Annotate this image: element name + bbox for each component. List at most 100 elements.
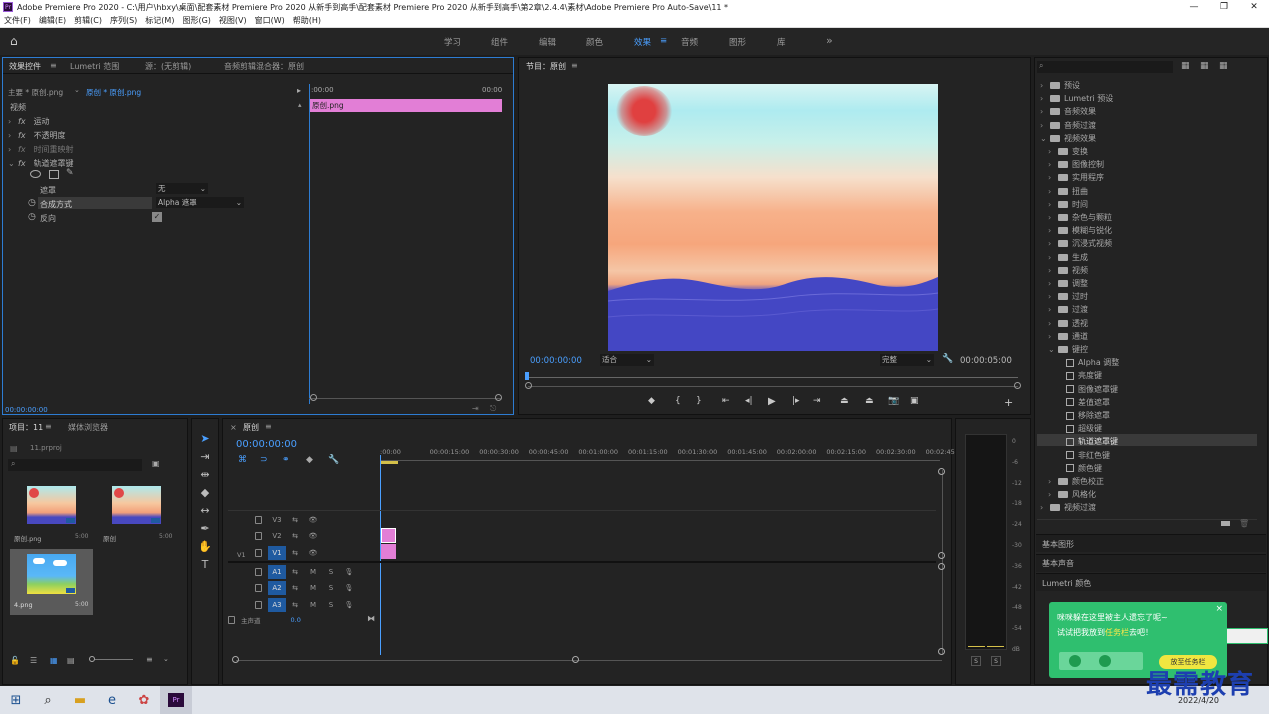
add-marker-icon[interactable]: ◆ [648,396,655,406]
list-view-icon[interactable]: ☰ [30,656,37,665]
rectangle-mask-icon[interactable] [49,170,59,179]
hand-tool-icon[interactable]: ✋ [198,540,212,554]
effect-item[interactable]: 颜色键 [1056,463,1102,474]
zoom-handle[interactable] [232,656,239,663]
effect-folder[interactable]: › 透视 [1048,318,1088,329]
program-playhead[interactable] [525,372,529,380]
workspace-assembly[interactable]: 组件 [491,36,508,48]
yuv-effects-icon[interactable]: ▦ [1219,61,1228,71]
lift-icon[interactable]: ⏏ [840,396,849,406]
menu-sequence[interactable]: 序列(S) [110,15,137,26]
panel-essential-sound[interactable]: 基本声音 [1042,558,1074,569]
tray-pet-area[interactable] [1226,628,1268,644]
ec-timecode[interactable]: 00:00:00:00 [5,406,48,414]
workspace-editing[interactable]: 编辑 [539,36,556,48]
add-marker-icon[interactable]: ◆ [306,455,313,465]
zoom-handle[interactable] [495,394,502,401]
freeform-view-icon[interactable]: ▤ [67,656,75,665]
effect-folder[interactable]: › 预设 [1040,80,1080,91]
add-button-icon[interactable]: + [1004,396,1013,409]
effect-folder[interactable]: › Lumetri 预设 [1040,93,1113,104]
filter-icon[interactable]: ⇥ [472,404,479,413]
ripple-edit-tool-icon[interactable]: ⇹ [198,468,212,482]
solo-left-button[interactable]: S [971,656,981,666]
icon-view-icon[interactable]: ▦ [50,656,58,665]
panel-lumetri-color[interactable]: Lumetri 颜色 [1042,578,1091,589]
effect-item[interactable]: Alpha 调整 [1056,357,1119,368]
collapse-icon[interactable]: ▴ [298,101,302,109]
chevron-down-icon[interactable]: ⌄ [74,86,80,94]
effect-folder[interactable]: › 生成 [1048,252,1088,263]
master-clip-label[interactable]: 主要 * 原创.png [8,87,63,98]
program-ruler[interactable] [528,377,1018,378]
play-icon[interactable]: ▶ [768,396,776,407]
tab-sequence[interactable]: 原创 [243,422,259,433]
delete-icon[interactable]: 🗑 [1239,519,1249,528]
effect-item[interactable]: 非红色键 [1056,450,1110,461]
type-tool-icon[interactable]: T [198,558,212,572]
timeline-timecode[interactable]: 00:00:00:00 [236,439,297,450]
effect-folder[interactable]: › 过渡 [1048,304,1088,315]
v-scroll-handle[interactable] [938,648,945,655]
project-thumb-1[interactable] [27,486,76,524]
tab-project[interactable]: 项目：11 [9,422,43,433]
tab-program[interactable]: 节目：原创 [526,61,566,72]
tab-menu-icon[interactable]: ≡ [50,61,57,70]
effect-item[interactable]: 轨道遮罩键 [1056,436,1118,447]
workspace-graphics[interactable]: 图形 [729,36,746,48]
workspace-effects[interactable]: 效果 [634,36,651,48]
quality-select[interactable]: 完整 ⌄ [880,354,934,366]
camera-icon[interactable]: 📷 [888,396,899,406]
zoom-handle[interactable] [1014,382,1021,389]
menu-clip[interactable]: 剪辑(C) [74,15,102,26]
menu-edit[interactable]: 编辑(E) [39,15,66,26]
work-area-bar[interactable] [380,461,398,464]
v-scroll-handle[interactable] [938,563,945,570]
export-icon[interactable]: ⎋ [490,404,496,414]
fit-select[interactable]: 适合 ⌄ [600,354,654,366]
solo-right-button[interactable]: S [991,656,1001,666]
pen-mask-icon[interactable]: ✎ [66,168,74,178]
mask-select[interactable]: 无 ⌄ [156,183,208,194]
step-back-icon[interactable]: ◂| [745,396,753,406]
video-track-header[interactable]: V1 ⇆ 👁 [255,545,322,561]
project-thumb-2[interactable] [112,486,161,524]
mark-out-icon[interactable]: } [696,396,702,406]
edge-browser-icon[interactable]: e [96,686,128,714]
ec-playhead[interactable] [309,84,310,404]
menu-window[interactable]: 窗口(W) [255,15,285,26]
menu-file[interactable]: 文件(F) [4,15,31,26]
tab-media-browser[interactable]: 媒体浏览器 [68,422,108,433]
effect-time-remap[interactable]: › fx 时间重映射 [8,144,74,155]
paint-icon[interactable]: ✿ [128,686,160,714]
maximize-button[interactable]: ❐ [1209,2,1239,12]
extract-icon[interactable]: ⏏ [865,396,874,406]
audio-track-header[interactable]: A2 ⇆ M S 🎙 [255,580,358,596]
minimize-button[interactable]: — [1179,2,1209,12]
tab-lumetri-scopes[interactable]: Lumetri 范围 [70,61,119,72]
tab-effect-controls[interactable]: 效果控件 [9,61,41,72]
razor-tool-icon[interactable]: ◆ [198,486,212,500]
tab-menu-icon[interactable]: ≡ [45,422,52,431]
menu-graphics[interactable]: 图形(G) [182,15,210,26]
clip-v1[interactable] [381,544,396,559]
effect-folder[interactable]: › 音频效果 [1040,106,1096,117]
source-patch-v1[interactable]: V1 [237,551,246,559]
tab-menu-icon[interactable]: ≡ [571,61,578,70]
panel-essential-graphics[interactable]: 基本图形 [1042,539,1074,550]
menu-help[interactable]: 帮助(H) [293,15,321,26]
wrench-icon[interactable]: 🔧 [942,354,953,364]
wrench-icon[interactable]: 🔧 [328,455,339,465]
workspace-libraries[interactable]: 库 [777,36,786,48]
audio-track-header[interactable]: A1 ⇆ M S 🎙 [255,564,358,580]
effect-folder[interactable]: › 扭曲 [1048,186,1088,197]
audio-track-header[interactable]: A3 ⇆ M S 🎙 [255,597,358,613]
mark-in-icon[interactable]: { [675,396,681,406]
effect-opacity[interactable]: › fx 不透明度 [8,130,66,141]
project-search-input[interactable]: ⌕ [8,459,142,471]
stopwatch-icon[interactable]: ◷ [28,198,36,208]
effect-folder[interactable]: › 时间 [1048,199,1088,210]
program-timecode[interactable]: 00:00:00:00 [530,356,582,366]
effect-folder[interactable]: › 模糊与锐化 [1048,225,1112,236]
effect-track-matte-key[interactable]: ⌄ fx 轨道遮罩键 [8,158,74,169]
